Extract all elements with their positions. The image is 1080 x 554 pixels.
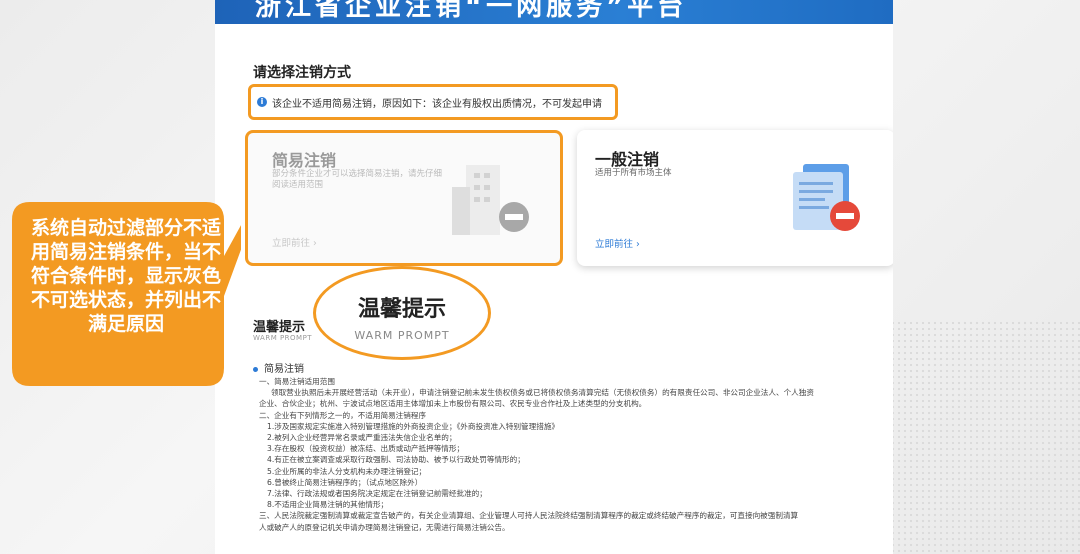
rule-line: 5.企业所属的非法人分支机构未办理注销登记； [267,466,427,476]
warm-tips-zoom-circle: 温馨提示 WARM PROMPT [313,266,491,360]
platform-title: 浙江省企业注销“一网服务”平台 [255,0,688,22]
rule-line: 7.法律、行政法规或者国务院决定规定在注销登记前需经批准的； [267,489,487,499]
rule-line: 三、人民法院裁定强制清算或裁定宣告破产的，有关企业清算组、企业管理人可持人民法院… [259,511,799,521]
bullet-dot [253,366,258,372]
building-disabled-icon [452,165,529,235]
general-card-title: 一般注销 [595,150,660,169]
rules-list: 一、简易注销适用范围 领取营业执照后未开展经营活动（未开业），申请注销登记前未发… [259,376,885,533]
zoom-subtitle: WARM PROMPT [354,329,450,342]
rule-line: 一、简易注销适用范围 [259,377,335,386]
notice-text: 该企业不适用简易注销，原因如下：该企业有股权出质情况，不可发起申请 [272,98,602,110]
warm-tips-title: 温馨提示 [253,320,306,335]
header-banner: 浙江省企业注销“一网服务”平台 [215,0,893,24]
simple-deregistration-section: 简易注销 [253,360,304,375]
simple-card-desc: 部分条件企业才可以选择简易注销，请先仔细阅读适用范围 [272,169,443,190]
rule-line: 3.存在股权（投资权益）被冻结、出质或动产抵押等情形； [267,444,465,454]
rule-line: 1.涉及国家规定实施准入特别管理措施的外商投资企业；《外商投资准入特别管理措施》 [267,421,560,431]
info-icon: i [257,97,267,107]
general-card-desc: 适用于所有市场主体 [595,168,672,178]
zoom-title: 温馨提示 [357,297,446,322]
warm-tips-subtitle: WARM PROMPT [253,334,313,342]
general-card-link[interactable]: 立即前往 › [595,236,640,250]
rule-line: 二、企业有下列情形之一的，不适用简易注销程序 [259,410,427,420]
main-panel: 浙江省企业注销“一网服务”平台 请选择注销方式 i 该企业不适用简易注销，原因如… [215,0,893,554]
rule-line: 8.不适用企业简易注销的其他情形； [267,500,389,510]
rule-line: 2.被列入企业经营异常名录或严重违法失信企业名单的； [267,433,457,443]
rule-line: 6.曾被终止简易注销程序的；（试点地区除外） [267,477,423,487]
simple-deregistration-card: 简易注销 部分条件企业才可以选择简易注销，请先仔细阅读适用范围 立即前往 › [245,130,563,266]
document-cancel-icon [793,164,860,231]
rule-line: 人或破产人的原登记机关申请办理简易注销登记，无需进行简易注销公告。 [259,522,510,532]
callout-text: 系统自动过滤部分不适用简易注销条件，当不符合条件时，显示灰色不可选状态，并列出不… [30,217,221,335]
ineligible-notice: i 该企业不适用简易注销，原因如下：该企业有股权出质情况，不可发起申请 [248,84,618,120]
general-deregistration-card[interactable]: 一般注销 适用于所有市场主体 立即前往 › [577,130,893,266]
rule-line: 企业、合伙企业；杭州、宁波试点地区适用主体增加未上市股份有限公司、农民专业合作社… [259,399,647,409]
simple-card-link: 立即前往 › [272,238,317,249]
rule-line: 4.有正在被立案调查或采取行政强制、司法协助、被予以行政处罚等情形的； [267,455,525,465]
simple-card-title: 简易注销 [272,151,337,170]
section-label: 简易注销 [264,364,304,375]
annotation-callout: 系统自动过滤部分不适用简易注销条件，当不符合条件时，显示灰色不可选状态，并列出不… [8,196,241,392]
choose-method-title: 请选择注销方式 [253,65,351,81]
background-map-dots [890,320,1080,554]
rule-line: 领取营业执照后未开展经营活动（未开业），申请注销登记前未发生债权债务或已将债权债… [271,388,814,398]
